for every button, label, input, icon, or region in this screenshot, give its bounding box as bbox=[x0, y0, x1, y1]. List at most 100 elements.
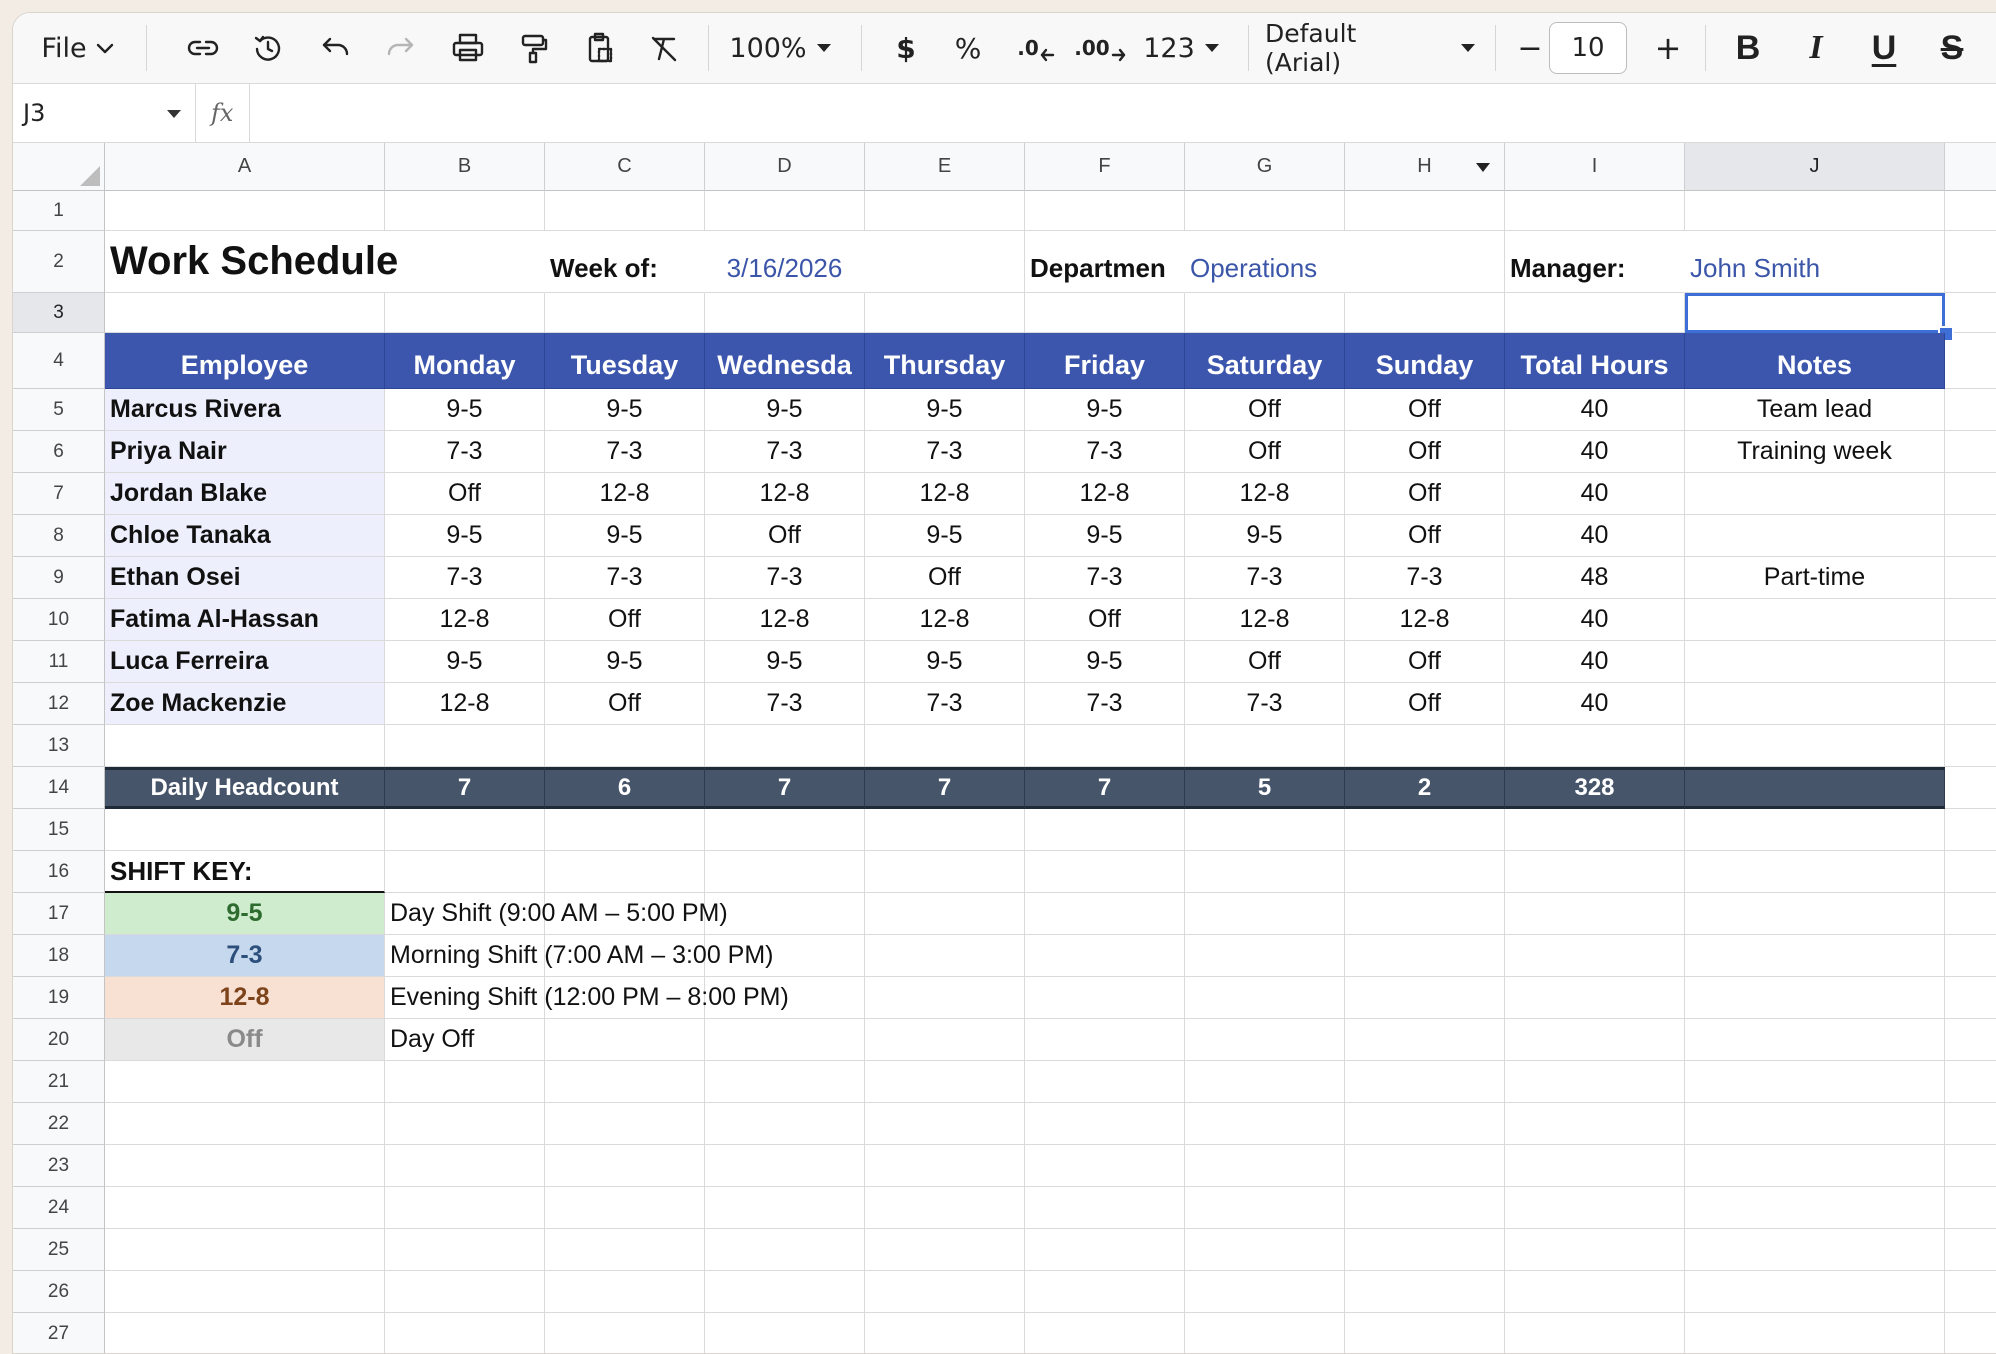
cell[interactable] bbox=[1685, 977, 1945, 1019]
cell[interactable] bbox=[1945, 1229, 1996, 1271]
cell[interactable] bbox=[1505, 809, 1685, 851]
row-header-6[interactable]: 6 bbox=[13, 431, 105, 473]
row-header-23[interactable]: 23 bbox=[13, 1145, 105, 1187]
shift-cell[interactable]: 7-3 bbox=[865, 431, 1025, 473]
notes-cell[interactable] bbox=[1685, 683, 1945, 725]
row-header-4[interactable]: 4 bbox=[13, 333, 105, 389]
row-header-8[interactable]: 8 bbox=[13, 515, 105, 557]
cell[interactable] bbox=[1025, 1229, 1185, 1271]
cell[interactable] bbox=[105, 191, 385, 231]
column-header-h[interactable]: H bbox=[1345, 143, 1505, 191]
cell[interactable] bbox=[865, 1145, 1025, 1187]
cell[interactable] bbox=[1025, 191, 1185, 231]
header-sunday[interactable]: Sunday bbox=[1345, 333, 1505, 389]
cell[interactable] bbox=[385, 1271, 545, 1313]
cell[interactable] bbox=[1345, 1313, 1505, 1353]
cell[interactable] bbox=[105, 1313, 385, 1353]
cell[interactable] bbox=[705, 725, 865, 767]
shift-cell[interactable]: Off bbox=[545, 599, 705, 641]
total-hours-cell[interactable]: 40 bbox=[1505, 389, 1685, 431]
total-hours-cell[interactable]: 40 bbox=[1505, 431, 1685, 473]
shift-cell[interactable]: 7-3 bbox=[385, 557, 545, 599]
shift-cell[interactable]: 9-5 bbox=[1025, 641, 1185, 683]
cell[interactable] bbox=[1945, 1103, 1996, 1145]
cell[interactable] bbox=[1685, 1271, 1945, 1313]
shift-cell[interactable]: 7-3 bbox=[705, 683, 865, 725]
shift-cell[interactable]: 7-3 bbox=[705, 557, 865, 599]
cell[interactable] bbox=[1345, 191, 1505, 231]
cell[interactable] bbox=[1025, 1271, 1185, 1313]
cell[interactable] bbox=[1345, 1187, 1505, 1229]
cell[interactable] bbox=[1945, 851, 1996, 893]
cell[interactable] bbox=[385, 1313, 545, 1353]
shift-key-description[interactable]: Day Shift (9:00 AM – 5:00 PM) bbox=[385, 893, 865, 935]
cell[interactable] bbox=[1345, 231, 1505, 293]
row-header-3[interactable]: 3 bbox=[13, 293, 105, 333]
shift-cell[interactable]: 9-5 bbox=[545, 641, 705, 683]
cell[interactable] bbox=[385, 293, 545, 333]
cell[interactable] bbox=[1185, 1229, 1345, 1271]
cell[interactable] bbox=[1685, 935, 1945, 977]
name-box[interactable]: J3 bbox=[13, 84, 196, 142]
cell[interactable] bbox=[105, 1061, 385, 1103]
week-label[interactable]: Week of: bbox=[545, 231, 705, 293]
cell[interactable] bbox=[1025, 809, 1185, 851]
header-friday[interactable]: Friday bbox=[1025, 333, 1185, 389]
cell[interactable] bbox=[1505, 1103, 1685, 1145]
cell[interactable] bbox=[385, 809, 545, 851]
cell[interactable] bbox=[1345, 809, 1505, 851]
column-header-i[interactable]: I bbox=[1505, 143, 1685, 191]
cell[interactable] bbox=[545, 809, 705, 851]
shift-cell[interactable]: 12-8 bbox=[1185, 473, 1345, 515]
cell[interactable] bbox=[1185, 893, 1345, 935]
headcount-value[interactable]: 6 bbox=[545, 767, 705, 809]
cell[interactable] bbox=[1185, 1019, 1345, 1061]
cell[interactable] bbox=[1945, 1061, 1996, 1103]
header-thursday[interactable]: Thursday bbox=[865, 333, 1025, 389]
cell[interactable] bbox=[1185, 935, 1345, 977]
cell[interactable] bbox=[545, 1103, 705, 1145]
cell[interactable] bbox=[105, 1103, 385, 1145]
cell[interactable] bbox=[1345, 977, 1505, 1019]
cell[interactable] bbox=[865, 809, 1025, 851]
column-header-c[interactable]: C bbox=[545, 143, 705, 191]
shift-key-code[interactable]: Off bbox=[105, 1019, 385, 1061]
cell[interactable] bbox=[865, 851, 1025, 893]
cell[interactable] bbox=[545, 851, 705, 893]
cell[interactable] bbox=[1345, 1271, 1505, 1313]
notes-cell[interactable]: Part-time bbox=[1685, 557, 1945, 599]
header-monday[interactable]: Monday bbox=[385, 333, 545, 389]
cell[interactable] bbox=[1185, 725, 1345, 767]
row-header-5[interactable]: 5 bbox=[13, 389, 105, 431]
cell[interactable] bbox=[1025, 851, 1185, 893]
cell[interactable] bbox=[545, 1271, 705, 1313]
cell[interactable] bbox=[1345, 893, 1505, 935]
cell[interactable] bbox=[1345, 1019, 1505, 1061]
shift-cell[interactable]: 7-3 bbox=[385, 431, 545, 473]
cell[interactable] bbox=[385, 1229, 545, 1271]
shift-cell[interactable]: 9-5 bbox=[705, 641, 865, 683]
shift-cell[interactable]: 9-5 bbox=[545, 515, 705, 557]
shift-cell[interactable]: 12-8 bbox=[705, 599, 865, 641]
shift-cell[interactable]: Off bbox=[1345, 683, 1505, 725]
shift-cell[interactable]: 7-3 bbox=[1025, 683, 1185, 725]
underline-button[interactable]: U bbox=[1859, 13, 1909, 83]
cell[interactable] bbox=[1185, 191, 1345, 231]
shift-cell[interactable]: 9-5 bbox=[385, 515, 545, 557]
shift-cell[interactable]: 9-5 bbox=[705, 389, 865, 431]
row-header-19[interactable]: 19 bbox=[13, 977, 105, 1019]
cell[interactable] bbox=[1945, 431, 1996, 473]
select-all-corner[interactable] bbox=[13, 143, 105, 191]
row-header-16[interactable]: 16 bbox=[13, 851, 105, 893]
cell[interactable] bbox=[545, 293, 705, 333]
row-header-17[interactable]: 17 bbox=[13, 893, 105, 935]
employee-name[interactable]: Jordan Blake bbox=[105, 473, 385, 515]
history-button[interactable] bbox=[243, 13, 293, 83]
cell[interactable] bbox=[385, 1103, 545, 1145]
row-header-1[interactable]: 1 bbox=[13, 191, 105, 231]
cell[interactable] bbox=[865, 1313, 1025, 1353]
employee-name[interactable]: Zoe Mackenzie bbox=[105, 683, 385, 725]
cell[interactable] bbox=[1345, 1061, 1505, 1103]
cell[interactable] bbox=[1945, 1313, 1996, 1353]
cell[interactable] bbox=[385, 1145, 545, 1187]
